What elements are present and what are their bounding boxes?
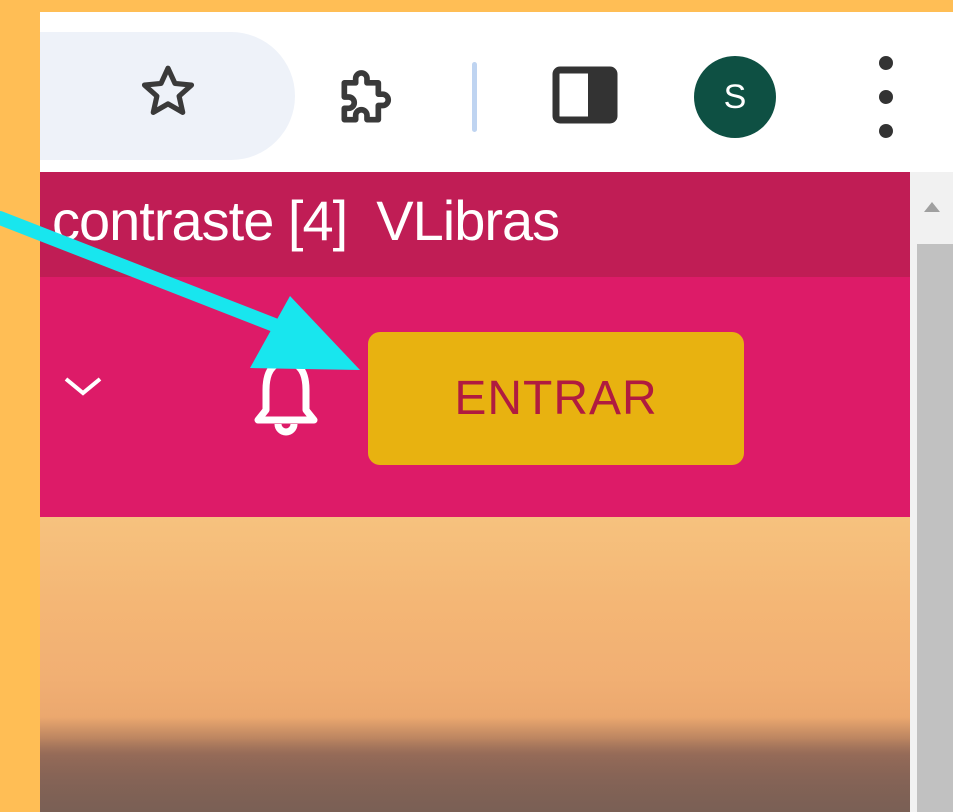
bell-icon[interactable]: [250, 352, 322, 442]
scroll-up-arrow-icon[interactable]: [910, 172, 953, 242]
star-icon[interactable]: [128, 52, 208, 132]
side-panel-icon[interactable]: [550, 64, 620, 126]
scroll-thumb[interactable]: [917, 244, 953, 812]
toolbar-divider: [472, 62, 477, 132]
login-button[interactable]: ENTRAR: [368, 332, 744, 465]
page-scrollbar[interactable]: [910, 172, 953, 812]
chevron-down-icon[interactable]: [58, 367, 108, 407]
kebab-menu-icon[interactable]: [866, 56, 906, 138]
annotation-frame: S contraste [4] VLibras ENTRAR: [0, 0, 953, 812]
profile-avatar[interactable]: S: [694, 56, 776, 138]
browser-toolbar: S: [40, 12, 953, 172]
browser-screen: S contraste [4] VLibras ENTRAR: [40, 12, 953, 812]
accessibility-links[interactable]: contraste [4] VLibras: [52, 188, 560, 253]
accessibility-bar: contraste [4] VLibras: [40, 172, 910, 277]
hero-image: [40, 517, 910, 812]
puzzle-icon[interactable]: [322, 52, 412, 142]
site-header: ENTRAR: [40, 277, 910, 517]
hero-mountains: [40, 717, 910, 812]
